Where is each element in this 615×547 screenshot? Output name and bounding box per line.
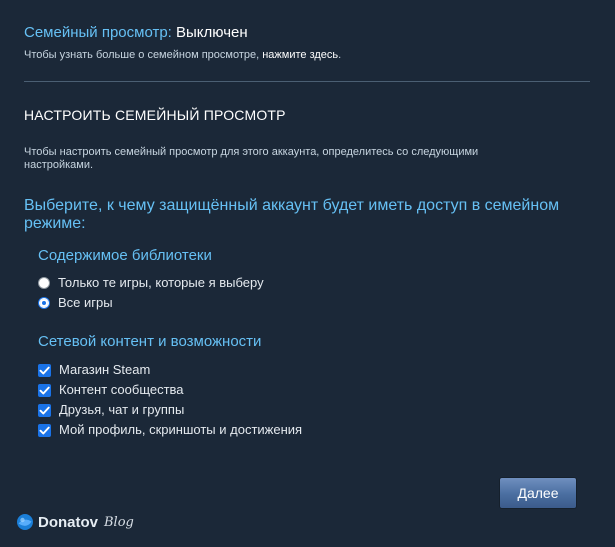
learn-more-suffix: . <box>338 49 342 61</box>
access-question: Выберите, к чему защищённый аккаунт буде… <box>24 197 560 232</box>
online-option-steam-store[interactable]: Магазин Steam <box>38 361 150 379</box>
checkbox-checked-icon[interactable] <box>38 403 51 417</box>
family-view-status: Семейный просмотр: Выключен <box>24 24 248 42</box>
donatov-logo-icon <box>17 514 33 530</box>
learn-more-text: Чтобы узнать больше о семейном просмотре… <box>24 48 341 62</box>
library-option-all-games[interactable]: Все игры <box>38 294 113 312</box>
family-view-settings-page: Семейный просмотр: Выключен Чтобы узнать… <box>0 0 615 547</box>
online-content-title: Сетевой контент и возможности <box>38 333 262 350</box>
online-option-label: Друзья, чат и группы <box>59 402 185 417</box>
online-option-label: Магазин Steam <box>59 362 151 377</box>
checkbox-checked-icon[interactable] <box>38 383 51 397</box>
library-option-label: Только те игры, которые я выберу <box>58 275 264 290</box>
checkbox-checked-icon[interactable] <box>38 363 51 377</box>
learn-more-prefix: Чтобы узнать больше о семейном просмотре… <box>24 49 260 61</box>
library-option-label: Все игры <box>58 295 113 310</box>
online-option-label: Контент сообщества <box>59 382 184 397</box>
learn-more-link[interactable]: нажмите здесь <box>262 49 338 61</box>
checkbox-checked-icon[interactable] <box>38 423 51 437</box>
online-option-label: Мой профиль, скриншоты и достижения <box>59 422 303 437</box>
online-option-friends-chat-groups[interactable]: Друзья, чат и группы <box>38 401 184 419</box>
next-button[interactable]: Далее <box>500 478 576 508</box>
setup-title: НАСТРОИТЬ СЕМЕЙНЫЙ ПРОСМОТР <box>24 107 286 123</box>
online-option-community-content[interactable]: Контент сообщества <box>38 381 184 399</box>
watermark-brand: Donatov <box>38 513 98 531</box>
watermark-blog: Blog <box>104 514 134 530</box>
library-option-selected-games[interactable]: Только те игры, которые я выберу <box>38 274 264 292</box>
library-content-title: Содержимое библиотеки <box>38 247 212 264</box>
family-view-status-label: Семейный просмотр: <box>24 24 172 41</box>
radio-checked-icon[interactable] <box>38 297 50 309</box>
online-option-profile-screenshots-achievements[interactable]: Мой профиль, скриншоты и достижения <box>38 421 302 439</box>
radio-unchecked-icon[interactable] <box>38 277 50 289</box>
setup-description: Чтобы настроить семейный просмотр для эт… <box>24 146 479 171</box>
watermark: Donatov Blog <box>16 511 134 533</box>
family-view-status-value: Выключен <box>176 24 248 41</box>
section-divider <box>24 81 590 82</box>
